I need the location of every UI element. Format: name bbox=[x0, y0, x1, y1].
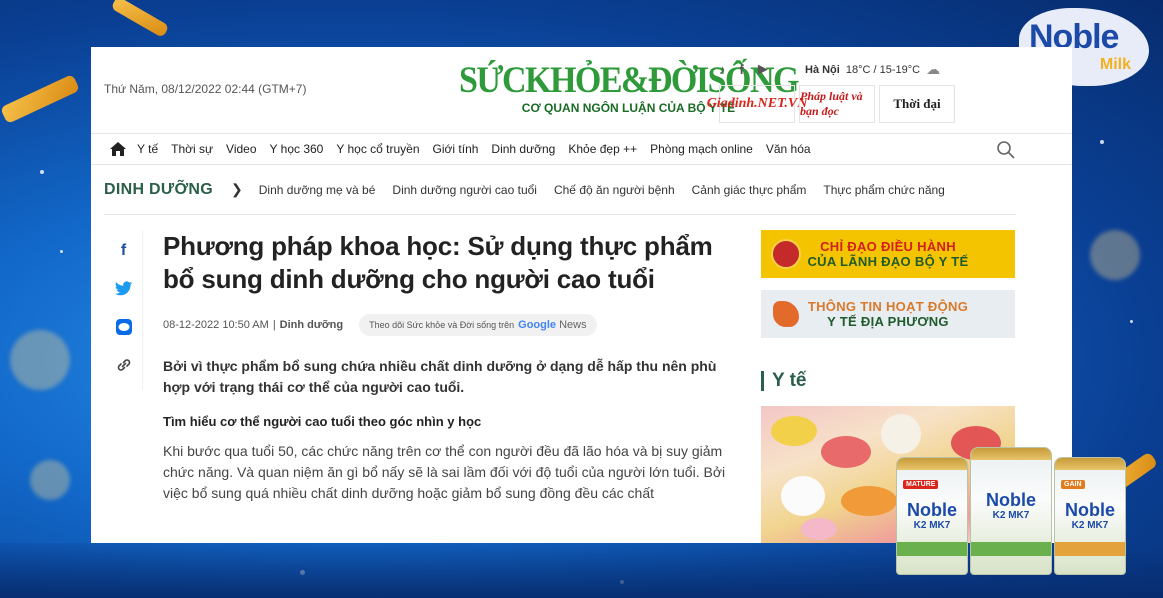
follow-text: Theo dõi Sức khỏe và Đời sống trên bbox=[369, 320, 515, 330]
bokeh-light bbox=[30, 460, 70, 500]
pill bbox=[841, 486, 897, 516]
google-news-label: News bbox=[559, 319, 587, 331]
sparkle bbox=[1100, 140, 1104, 144]
partner-thoidai[interactable]: Thời đại bbox=[879, 85, 955, 123]
vietnam-map-icon bbox=[771, 299, 801, 329]
nav-item-yhoccotruyen[interactable]: Y học cổ truyền bbox=[336, 142, 419, 156]
banner1-line1: CHỈ ĐẠO ĐIỀU HÀNH bbox=[820, 239, 956, 254]
ribbon-decoration bbox=[0, 73, 81, 125]
category-title[interactable]: DINH DƯỠNG bbox=[104, 181, 213, 199]
twitter-share-icon[interactable] bbox=[114, 280, 133, 298]
can-name: Noble bbox=[1064, 500, 1115, 520]
section-header: Y tế bbox=[761, 370, 1015, 392]
nav-item-gioitinh[interactable]: Giới tính bbox=[433, 142, 479, 156]
banner2-line1: THÔNG TIN HOẠT ĐỘNG bbox=[807, 299, 969, 314]
weather-temp: 18°C / 15-19°C bbox=[845, 63, 921, 76]
subnav-item[interactable]: Dinh dưỡng mẹ và bé bbox=[259, 183, 376, 197]
can-sub: K2 MK7 bbox=[913, 520, 951, 531]
weather-city: Hà Nội bbox=[805, 63, 840, 76]
leadership-banner[interactable]: CHỈ ĐẠO ĐIỀU HÀNH CỦA LÃNH ĐẠO BỘ Y TẾ bbox=[761, 230, 1015, 278]
subnav-item[interactable]: Dinh dưỡng người cao tuổi bbox=[392, 183, 537, 197]
subnav-item[interactable]: Thực phẩm chức năng bbox=[823, 183, 944, 197]
subnav-item[interactable]: Chế độ ăn người bệnh bbox=[554, 183, 675, 197]
product-cans[interactable]: MATURE Noble K2 MK7 Noble K2 MK7 GAIN No… bbox=[896, 445, 1126, 575]
main-nav: Y tế Thời sự Video Y học 360 Y học cổ tr… bbox=[91, 133, 1072, 165]
section-bar bbox=[761, 371, 764, 391]
banner2-line2: Y TẾ ĐỊA PHƯƠNG bbox=[827, 314, 949, 329]
ribbon-decoration bbox=[110, 0, 170, 39]
article-lead: Bởi vì thực phẩm bổ sung chứa nhiều chất… bbox=[163, 358, 717, 395]
can-stripe bbox=[897, 542, 967, 556]
partner-giadinh[interactable]: Giadinh.NET.VN bbox=[707, 85, 807, 123]
google-brand: Google bbox=[518, 319, 557, 331]
article-category[interactable]: Dinh dưỡng bbox=[280, 319, 343, 331]
bokeh-light bbox=[10, 330, 70, 390]
can-tag: GAIN bbox=[1061, 480, 1085, 489]
can-name: Noble bbox=[985, 490, 1036, 510]
can-sub: K2 MK7 bbox=[992, 510, 1030, 521]
current-date: Thứ Năm, 08/12/2022 02:44 (GTM+7) bbox=[104, 82, 307, 96]
nav-item-khoedep[interactable]: Khỏe đẹp ++ bbox=[568, 142, 637, 156]
sparkle bbox=[1130, 320, 1133, 323]
product-can-gain: GAIN Noble K2 MK7 bbox=[1054, 457, 1126, 575]
youtube-icon[interactable]: ▶ bbox=[758, 61, 768, 77]
subnav-item[interactable]: Cảnh giác thực phẩm bbox=[692, 183, 807, 197]
article-subheading: Tìm hiểu cơ thể người cao tuổi theo góc … bbox=[163, 414, 482, 429]
product-can-mature: MATURE Noble K2 MK7 bbox=[896, 457, 968, 575]
can-lid bbox=[897, 458, 967, 470]
google-logo: Google News bbox=[518, 319, 586, 331]
weather-widget: Hà Nội 18°C / 15-19°C ☁ bbox=[805, 61, 940, 78]
nav-item-video[interactable]: Video bbox=[226, 142, 256, 156]
zalo-share-icon[interactable] bbox=[115, 318, 133, 336]
partner-sites: Giadinh.NET.VN Pháp luật và bạn đọc Thời… bbox=[707, 85, 955, 123]
home-icon[interactable] bbox=[109, 141, 127, 157]
link-icon[interactable] bbox=[115, 356, 133, 374]
pill bbox=[771, 416, 817, 446]
banner1-line2: CỦA LÃNH ĐẠO BỘ Y TẾ bbox=[807, 254, 969, 269]
article-meta: 08-12-2022 10:50 AM | Dinh dưỡng Theo dõ… bbox=[163, 314, 729, 336]
cloud-icon: ☁ bbox=[926, 61, 941, 77]
nav-item-phongmach[interactable]: Phòng mạch online bbox=[650, 142, 753, 156]
search-icon[interactable] bbox=[996, 140, 1016, 160]
pill bbox=[821, 436, 871, 468]
facebook-share-icon[interactable]: f bbox=[115, 242, 133, 260]
can-stripe bbox=[971, 542, 1051, 556]
can-name: Noble bbox=[906, 500, 957, 520]
product-can: Noble K2 MK7 bbox=[970, 447, 1052, 575]
chevron-right-icon: ❯ bbox=[231, 181, 243, 197]
sparkle bbox=[60, 250, 63, 253]
can-lid bbox=[971, 448, 1051, 460]
can-sub: K2 MK7 bbox=[1071, 520, 1109, 531]
ministry-emblem-icon bbox=[771, 239, 801, 269]
nav-item-yhoc360[interactable]: Y học 360 bbox=[270, 142, 324, 156]
article: Phương pháp khoa học: Sử dụng thực phẩm … bbox=[163, 230, 729, 504]
category-nav: DINH DƯỠNG ❯ Dinh dưỡng mẹ và bé Dinh dư… bbox=[104, 165, 1016, 215]
can-stripe bbox=[1055, 542, 1125, 556]
share-bar: f bbox=[105, 230, 143, 390]
can-lid bbox=[1055, 458, 1125, 470]
sparkle bbox=[40, 170, 44, 174]
social-links: ♪ f ▶ bbox=[719, 61, 768, 77]
top-header: Thứ Năm, 08/12/2022 02:44 (GTM+7) SỨCKHỎ… bbox=[91, 47, 1072, 133]
tiktok-icon[interactable]: ♪ bbox=[719, 62, 726, 77]
section-title[interactable]: Y tế bbox=[772, 370, 807, 392]
facebook-icon[interactable]: f bbox=[740, 62, 744, 77]
article-date: 08-12-2022 10:50 AM bbox=[163, 319, 269, 331]
brand-sub: Milk bbox=[1099, 56, 1131, 73]
bokeh-light bbox=[1090, 230, 1140, 280]
meta-separator: | bbox=[272, 319, 276, 331]
pill bbox=[801, 518, 837, 540]
article-title: Phương pháp khoa học: Sử dụng thực phẩm … bbox=[163, 231, 713, 294]
nav-item-yte[interactable]: Y tế bbox=[137, 142, 158, 156]
nav-item-dinhduong[interactable]: Dinh dưỡng bbox=[491, 142, 555, 156]
google-news-follow-button[interactable]: Theo dõi Sức khỏe và Đời sống trên Googl… bbox=[359, 314, 597, 336]
pill bbox=[781, 476, 825, 516]
local-health-banner[interactable]: THÔNG TIN HOẠT ĐỘNG Y TẾ ĐỊA PHƯƠNG bbox=[761, 290, 1015, 338]
can-tag: MATURE bbox=[903, 480, 939, 489]
nav-item-thoisu[interactable]: Thời sự bbox=[171, 142, 213, 156]
nav-item-vanhoa[interactable]: Văn hóa bbox=[766, 142, 811, 156]
partner-phapluat[interactable]: Pháp luật và bạn đọc bbox=[799, 85, 875, 123]
article-body: Khi bước qua tuổi 50, các chức năng trên… bbox=[163, 443, 726, 501]
